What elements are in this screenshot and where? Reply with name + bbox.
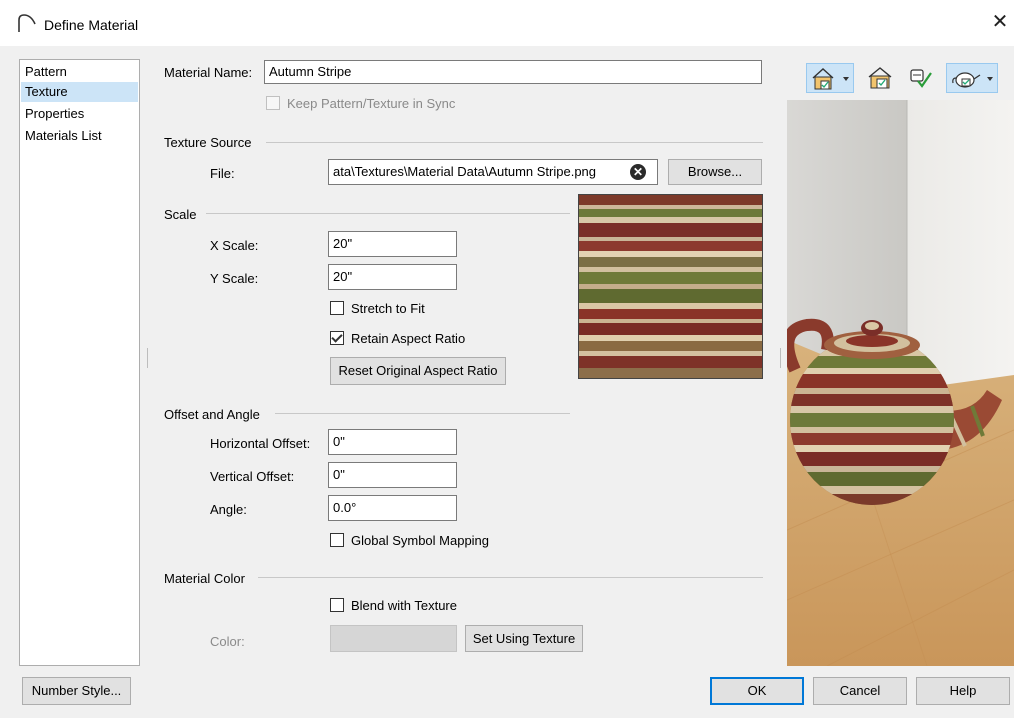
global-symbol-mapping-label: Global Symbol Mapping — [351, 533, 490, 548]
app-icon — [18, 14, 36, 32]
set-using-texture-button[interactable]: Set Using Texture — [465, 625, 583, 652]
retain-aspect-label: Retain Aspect Ratio — [351, 331, 466, 346]
texture-source-divider — [266, 142, 763, 143]
nav-item-materials-list[interactable]: Materials List — [21, 126, 138, 146]
right-splitter-handle[interactable] — [780, 348, 783, 368]
texture-source-heading: Texture Source — [164, 135, 252, 150]
check-material-button[interactable] — [904, 63, 936, 93]
close-button[interactable]: ✕ — [988, 10, 1012, 34]
teapot-view-icon — [952, 72, 993, 88]
horizontal-offset-input[interactable]: 0" — [328, 429, 457, 455]
material-color-heading: Material Color — [164, 571, 245, 586]
teapot-view-button[interactable] — [946, 63, 998, 93]
reset-aspect-button[interactable]: Reset Original Aspect Ratio — [330, 357, 506, 385]
clear-icon[interactable]: ✕ — [630, 164, 646, 180]
y-scale-input[interactable]: 20" — [328, 264, 457, 290]
angle-input[interactable]: 0.0° — [328, 495, 457, 521]
browse-button[interactable]: Browse... — [668, 159, 762, 185]
horizontal-offset-label: Horizontal Offset: — [210, 436, 311, 451]
stretch-to-fit-label: Stretch to Fit — [351, 301, 425, 316]
keep-sync-label: Keep Pattern/Texture in Sync — [287, 96, 456, 111]
vertical-offset-label: Vertical Offset: — [210, 469, 295, 484]
offset-divider — [275, 413, 570, 414]
color-label: Color: — [210, 634, 245, 649]
cancel-button[interactable]: Cancel — [813, 677, 907, 705]
house-view-button[interactable] — [806, 63, 854, 93]
help-button[interactable]: Help — [916, 677, 1010, 705]
nav-item-texture[interactable]: Texture — [21, 82, 138, 102]
blend-texture-checkbox[interactable] — [330, 598, 344, 612]
house-view-icon — [812, 68, 849, 90]
global-symbol-mapping-checkbox[interactable] — [330, 533, 344, 547]
keep-sync-checkbox[interactable] — [266, 96, 280, 110]
x-scale-label: X Scale: — [210, 238, 259, 253]
color-swatch[interactable] — [330, 625, 457, 652]
file-path-input[interactable]: ata\Textures\Material Data\Autumn Stripe… — [328, 159, 658, 185]
material-name-input[interactable]: Autumn Stripe — [264, 60, 762, 84]
material-preview — [787, 100, 1014, 666]
file-path-text: ata\Textures\Material Data\Autumn Stripe… — [333, 164, 597, 179]
angle-label: Angle: — [210, 502, 247, 517]
title-bar: Define Material ✕ — [0, 0, 1014, 46]
number-style-button[interactable]: Number Style... — [22, 677, 131, 705]
file-label: File: — [210, 166, 235, 181]
vertical-offset-input[interactable]: 0" — [328, 462, 457, 488]
material-name-label: Material Name: — [164, 65, 253, 80]
ok-button[interactable]: OK — [710, 677, 804, 705]
autumn-stripe-texture — [579, 195, 762, 378]
check-material-icon — [910, 69, 932, 88]
x-scale-input[interactable]: 20" — [328, 231, 457, 257]
scale-divider — [206, 213, 570, 214]
nav-item-properties[interactable]: Properties — [21, 104, 138, 124]
nav-item-pattern[interactable]: Pattern — [21, 62, 138, 82]
material-color-divider — [258, 577, 763, 578]
room-view-button[interactable] — [864, 63, 896, 93]
left-splitter-handle[interactable] — [147, 348, 150, 368]
room-view-icon — [868, 67, 892, 89]
category-list: Pattern Texture Properties Materials Lis… — [19, 59, 140, 666]
stretch-to-fit-checkbox[interactable] — [330, 301, 344, 315]
texture-thumbnail — [578, 194, 763, 379]
offset-heading: Offset and Angle — [164, 407, 260, 422]
retain-aspect-checkbox[interactable] — [330, 331, 344, 345]
y-scale-label: Y Scale: — [210, 271, 259, 286]
teapot-preview-render — [787, 100, 1014, 666]
scale-heading: Scale — [164, 207, 197, 222]
window-title: Define Material — [44, 17, 139, 33]
blend-texture-label: Blend with Texture — [351, 598, 457, 613]
